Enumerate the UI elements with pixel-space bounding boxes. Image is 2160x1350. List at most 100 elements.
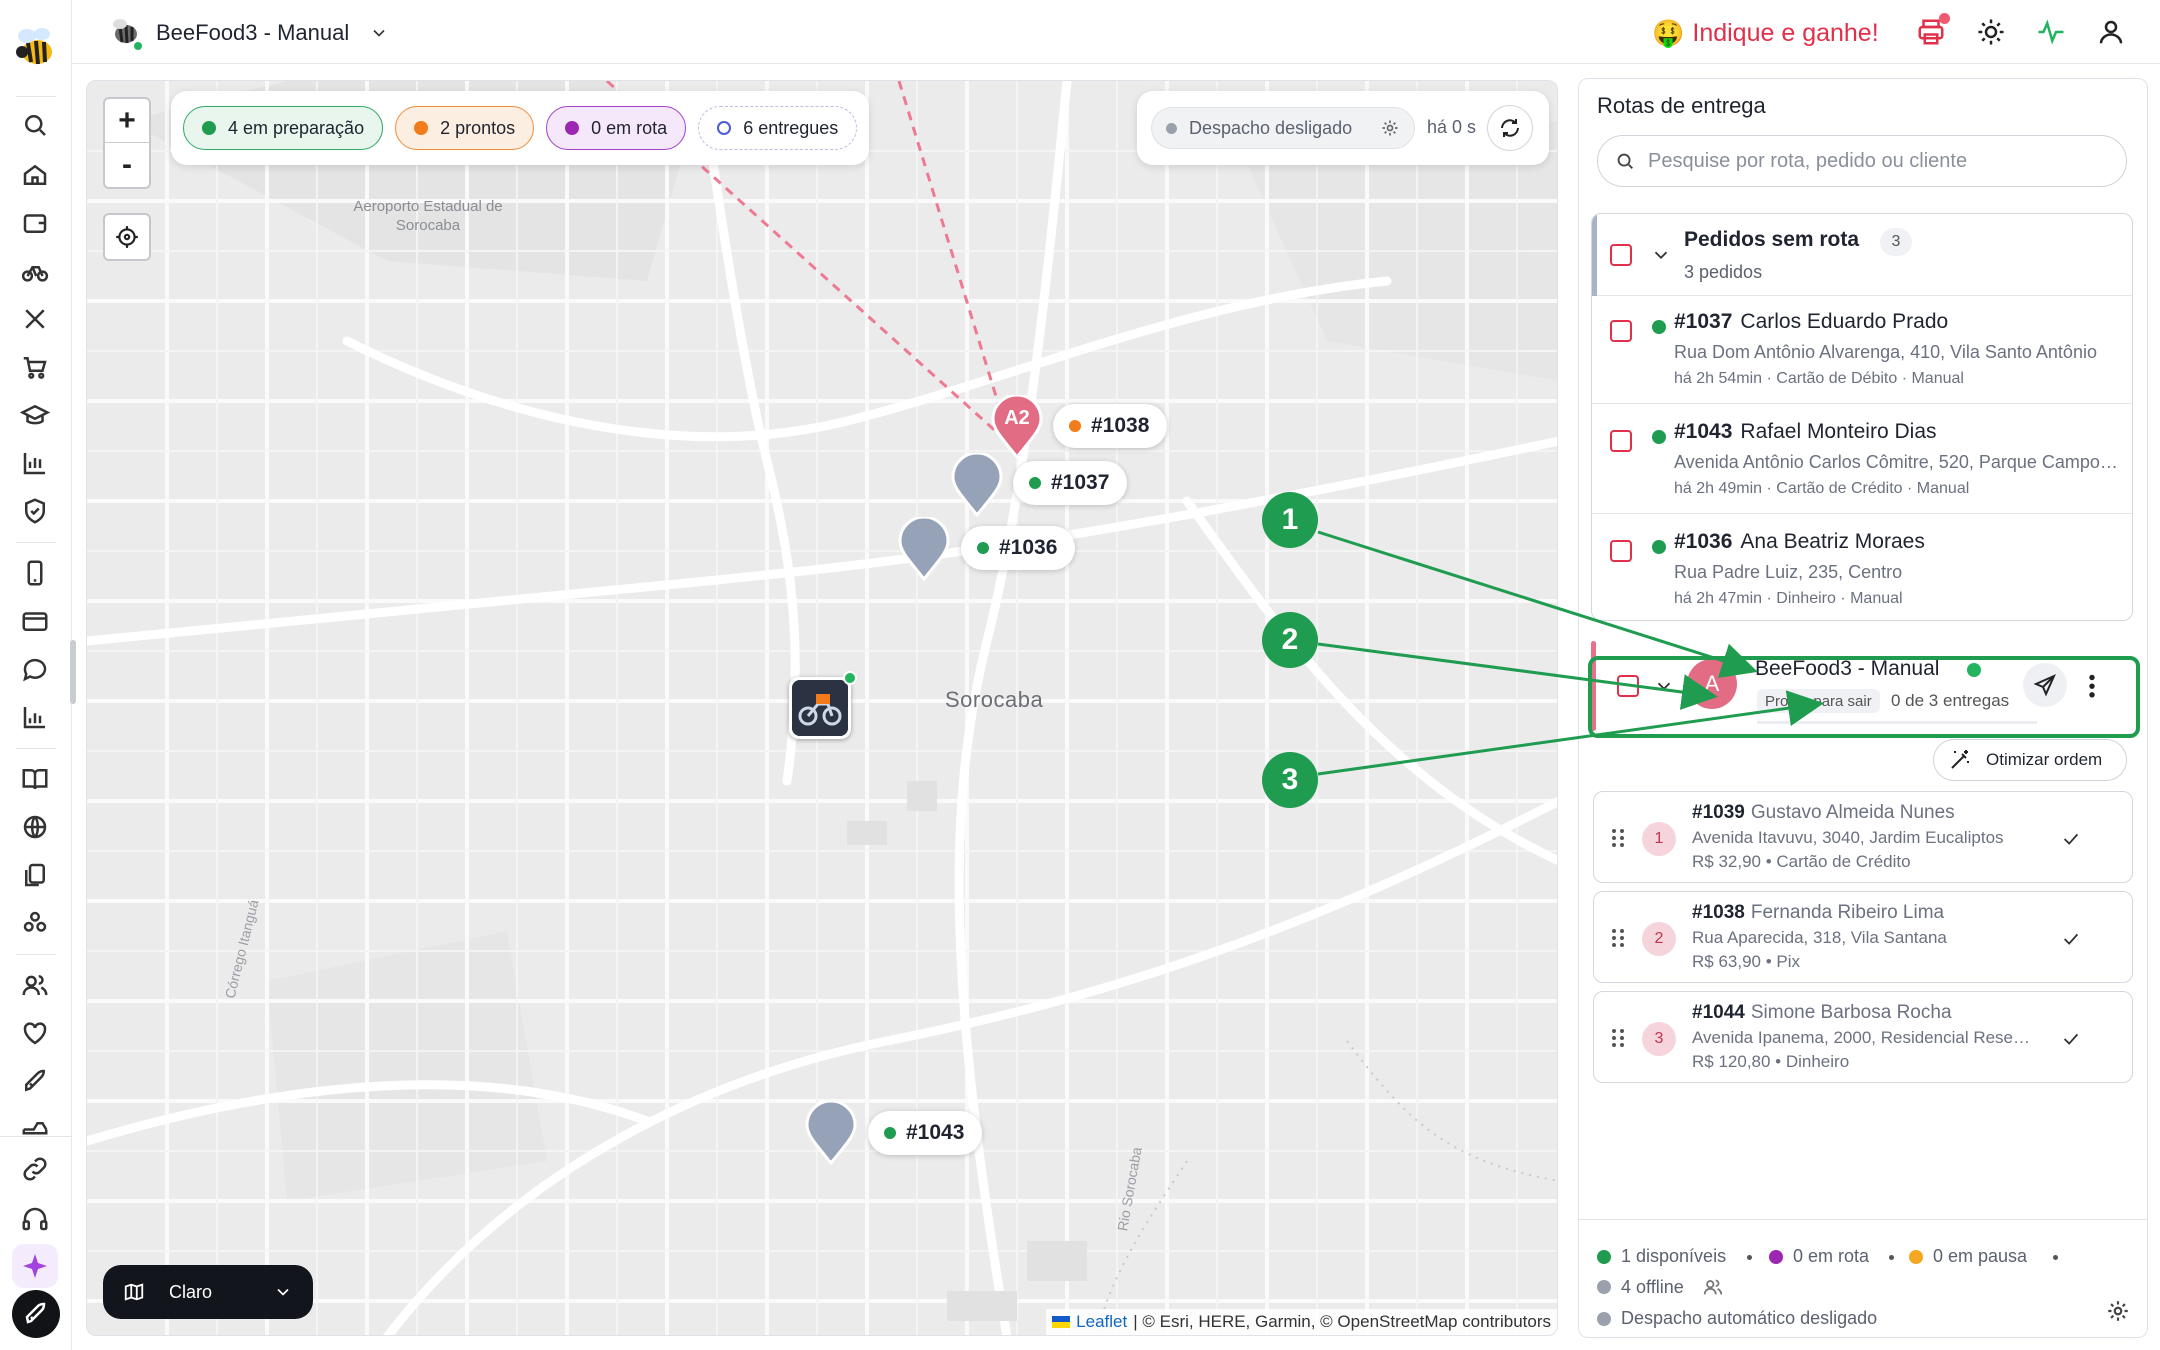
footer-on-route[interactable]: 0 em rota [1769, 1246, 1869, 1267]
order-tag-1043[interactable]: #1043 [868, 1111, 983, 1155]
chart-icon[interactable] [20, 448, 50, 478]
order-pin[interactable] [951, 453, 1003, 517]
unrouted-order-item[interactable]: #1037 Carlos Eduardo Prado Rua Dom Antôni… [1592, 296, 2132, 404]
store-logo-icon [108, 16, 144, 52]
leaflet-link[interactable]: Leaflet [1076, 1312, 1127, 1332]
select-all-unrouted-checkbox[interactable] [1610, 244, 1632, 266]
order-checkbox[interactable] [1610, 320, 1632, 342]
rocket-icon[interactable] [20, 1066, 50, 1096]
order-id: #1037 [1674, 310, 1733, 333]
route-search-input[interactable] [1648, 149, 2108, 173]
route-card[interactable]: A BeeFood3 - Manual Pronto para sair 0 d… [1591, 641, 2133, 731]
store-switcher[interactable]: BeeFood3 - Manual [108, 14, 389, 52]
check-icon [2060, 1028, 2082, 1050]
printer-icon[interactable] [1916, 13, 1950, 47]
dispatch-updated-ago: há 0 s [1427, 117, 1477, 137]
pill-preparing[interactable]: 4 em preparação [183, 106, 384, 150]
order-tag-1036[interactable]: #1036 [961, 526, 1076, 570]
chat-icon[interactable] [20, 654, 50, 684]
unrouted-order-item[interactable]: #1036 Ana Beatriz Moraes Rua Padre Luiz, … [1592, 516, 2132, 620]
headset-icon[interactable] [20, 1204, 50, 1234]
cart-icon[interactable] [20, 352, 50, 382]
status-dot [1029, 477, 1041, 489]
drag-handle-icon[interactable] [1608, 926, 1628, 950]
delivery-map[interactable]: Aeroporto Estadual de Sorocaba Sorocaba … [86, 80, 1558, 1336]
home-icon[interactable] [20, 160, 50, 190]
unrouted-order-item[interactable]: #1043 Rafael Monteiro Dias Avenida Antôni… [1592, 406, 2132, 514]
delivery-icon[interactable] [20, 1112, 50, 1142]
copy-icon[interactable] [20, 860, 50, 890]
order-tag-1038[interactable]: #1038 [1053, 404, 1168, 448]
shield-icon[interactable] [20, 496, 50, 526]
mobile-icon[interactable] [20, 558, 50, 588]
card-icon[interactable] [20, 606, 50, 636]
route-stop-item[interactable]: 1 #1039 Gustavo Almeida Nunes Avenida Ita… [1593, 791, 2133, 883]
route-stop-item[interactable]: 2 #1038 Fernanda Ribeiro Lima Rua Apareci… [1593, 891, 2133, 983]
drag-handle-icon[interactable] [1608, 1026, 1628, 1050]
status-dot [1069, 420, 1081, 432]
order-checkbox[interactable] [1610, 430, 1632, 452]
chevron-down-icon[interactable] [1650, 244, 1672, 266]
route-courier-name: BeeFood3 - Manual [1755, 657, 1940, 680]
book-icon[interactable] [20, 764, 50, 794]
user-icon[interactable] [2096, 17, 2126, 47]
optimize-order-button[interactable]: Otimizar ordem [1933, 739, 2127, 781]
sun-icon[interactable] [1976, 17, 2006, 47]
zoom-out-button[interactable]: - [105, 143, 149, 187]
graduation-icon[interactable] [20, 400, 50, 430]
panel-title: Rotas de entrega [1597, 93, 1766, 118]
rail-scrollbar[interactable] [70, 640, 76, 704]
order-tag-1037[interactable]: #1037 [1013, 461, 1128, 505]
drag-handle-icon[interactable] [1608, 826, 1628, 850]
order-pin[interactable] [805, 1101, 857, 1165]
pill-on-route[interactable]: 0 em rota [546, 106, 687, 150]
stop-title: #1038 Fernanda Ribeiro Lima [1692, 902, 1944, 924]
launch-icon[interactable] [12, 1290, 60, 1338]
gear-icon[interactable] [1380, 118, 1400, 138]
wallet-icon[interactable] [20, 208, 50, 238]
users-icon[interactable] [20, 970, 50, 1000]
courier-marker[interactable] [789, 671, 857, 739]
map-theme-selector[interactable]: Claro [103, 1265, 313, 1319]
footer-offline[interactable]: 4 offline [1597, 1276, 1724, 1298]
left-rail [0, 0, 76, 1350]
bicycle-icon[interactable] [20, 256, 50, 286]
chevron-down-icon[interactable] [1653, 675, 1675, 697]
sparkle-icon[interactable] [12, 1244, 58, 1288]
gear-icon[interactable] [2105, 1298, 2131, 1324]
refer-link[interactable]: 🤑 Indique e ganhe! [1652, 14, 1879, 52]
bee-logo-icon[interactable] [12, 24, 58, 70]
heart-icon[interactable] [20, 1018, 50, 1048]
search-icon[interactable] [20, 110, 50, 140]
dispatch-toggle[interactable]: Despacho desligado [1151, 107, 1415, 149]
footer-available[interactable]: 1 disponíveis [1597, 1246, 1726, 1267]
utensils-icon[interactable] [20, 304, 50, 334]
order-checkbox[interactable] [1610, 540, 1632, 562]
order-tag-label: #1043 [906, 1121, 965, 1144]
status-dot [884, 1127, 896, 1139]
more-vertical-icon[interactable] [2079, 671, 2105, 699]
pill-ready[interactable]: 2 prontos [395, 106, 535, 150]
order-pin[interactable] [898, 517, 950, 581]
send-icon[interactable] [2023, 663, 2067, 707]
refresh-icon[interactable] [1487, 105, 1533, 151]
printer-alert-badge [1939, 13, 1950, 24]
chevron-down-icon [369, 23, 389, 43]
pill-delivered[interactable]: 6 entregues [698, 106, 858, 150]
link-icon[interactable] [20, 1154, 50, 1184]
route-stop-item[interactable]: 3 #1044 Simone Barbosa Rocha Avenida Ipan… [1593, 991, 2133, 1083]
dispatch-dot [1166, 122, 1177, 134]
map-theme-label: Claro [169, 1281, 213, 1302]
bar-chart-icon[interactable] [20, 702, 50, 732]
footer-paused[interactable]: 0 em pausa [1909, 1246, 2027, 1267]
unrouted-orders-header[interactable]: Pedidos sem rota 3 3 pedidos [1592, 214, 2132, 296]
route-pin-a2[interactable]: A2 [991, 395, 1043, 459]
zoom-in-button[interactable]: + [105, 99, 149, 143]
globe-icon[interactable] [20, 812, 50, 842]
modules-icon[interactable] [20, 908, 50, 938]
locate-icon[interactable] [103, 213, 151, 261]
route-checkbox[interactable] [1617, 675, 1639, 697]
activity-icon[interactable] [2036, 17, 2066, 47]
stop-order-id: #1044 [1692, 1002, 1745, 1023]
money-face-icon: 🤑 [1652, 17, 1685, 48]
